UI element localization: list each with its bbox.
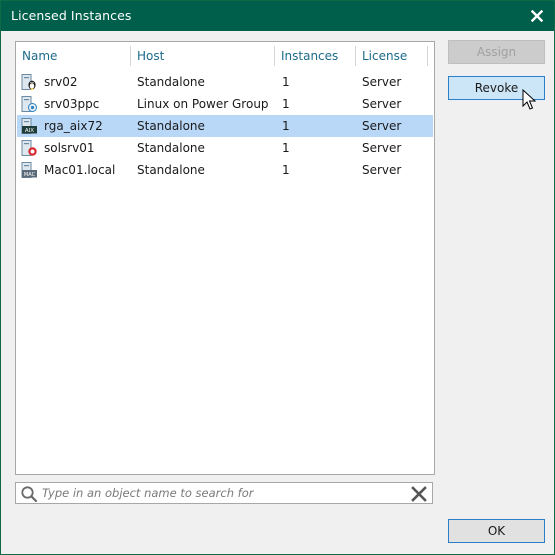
instance-name: Mac01.local	[44, 163, 116, 177]
instance-host: Linux on Power Group	[137, 97, 269, 111]
column-header-host[interactable]: Host	[130, 42, 274, 70]
title-bar: Licensed Instances	[1, 1, 554, 31]
instance-host: Standalone	[137, 163, 205, 177]
table-row[interactable]: MAC Mac01.local Standalone 1 Server	[17, 159, 433, 181]
power-group-server-icon	[21, 96, 37, 112]
instance-count: 1	[282, 141, 290, 155]
search-input[interactable]	[42, 484, 402, 502]
instance-count: 1	[282, 119, 290, 133]
assign-button[interactable]: Assign	[448, 40, 545, 64]
instance-name: solsrv01	[44, 141, 95, 155]
licensed-instances-dialog: Licensed Instances Name Host Instances L…	[0, 0, 555, 555]
mac-server-icon: MAC	[21, 162, 37, 178]
instance-name: srv02	[44, 75, 78, 89]
instance-name: rga_aix72	[44, 119, 103, 133]
column-header-instances[interactable]: Instances	[274, 42, 355, 70]
column-header-license[interactable]: License	[355, 42, 427, 70]
clear-search-icon[interactable]	[410, 485, 428, 503]
table-row[interactable]: solsrv01 Standalone 1 Server	[17, 137, 433, 159]
instances-list[interactable]: Name Host Instances License srv02 Standa…	[15, 41, 435, 475]
instance-host: Standalone	[137, 75, 205, 89]
instance-license: Server	[362, 163, 402, 177]
instance-host: Standalone	[137, 119, 205, 133]
mac-icon-label: MAC	[24, 172, 36, 178]
close-button[interactable]	[526, 5, 548, 27]
mouse-pointer-icon	[522, 89, 537, 110]
aix-server-icon: AIX	[21, 118, 37, 134]
column-header-name[interactable]: Name	[16, 42, 130, 70]
solaris-server-icon	[21, 140, 37, 156]
instance-name: srv03ppc	[44, 97, 100, 111]
instance-count: 1	[282, 163, 290, 177]
instance-license: Server	[362, 119, 402, 133]
instance-license: Server	[362, 75, 402, 89]
search-box[interactable]	[15, 482, 433, 504]
search-icon	[21, 486, 38, 503]
list-header: Name Host Instances License	[16, 42, 434, 70]
aix-icon-label: AIX	[25, 128, 34, 134]
column-divider[interactable]	[427, 46, 428, 66]
instance-license: Server	[362, 97, 402, 111]
instance-count: 1	[282, 75, 290, 89]
ok-button[interactable]: OK	[448, 519, 545, 543]
instance-license: Server	[362, 141, 402, 155]
table-row[interactable]: srv02 Standalone 1 Server	[17, 71, 433, 93]
table-row[interactable]: srv03ppc Linux on Power Group 1 Server	[17, 93, 433, 115]
instance-count: 1	[282, 97, 290, 111]
instance-host: Standalone	[137, 141, 205, 155]
linux-server-icon	[21, 74, 36, 90]
window-title: Licensed Instances	[11, 8, 132, 23]
close-icon	[531, 10, 543, 22]
table-row[interactable]: AIX rga_aix72 Standalone 1 Server	[17, 115, 433, 137]
